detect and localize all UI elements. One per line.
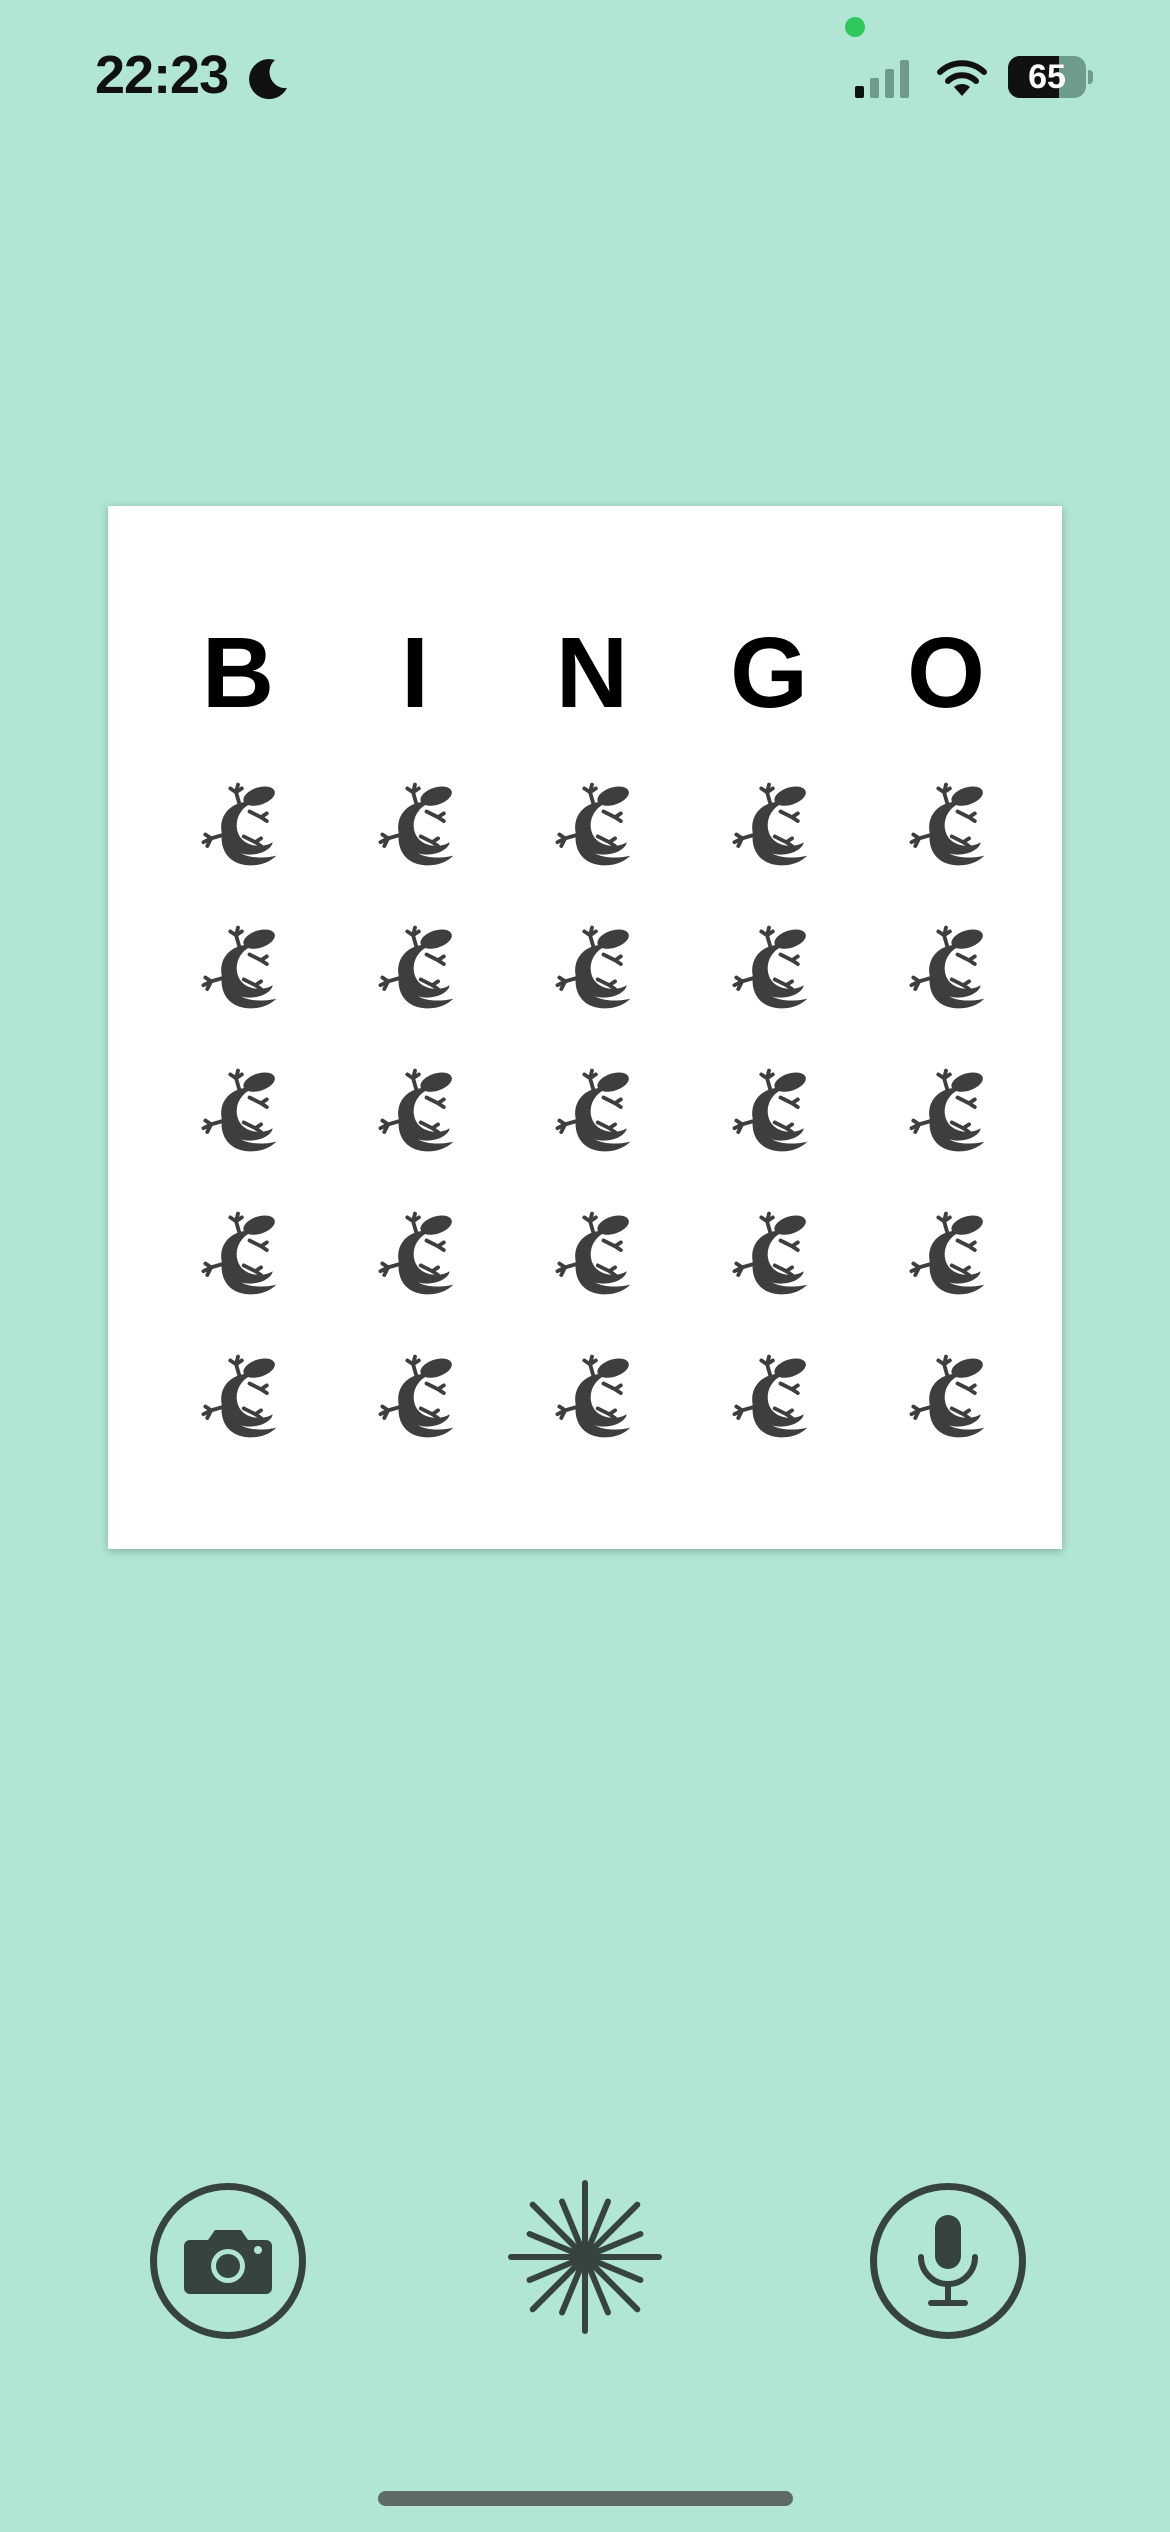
bingo-header: B I N G O [108, 616, 1062, 746]
home-indicator[interactable] [378, 2491, 793, 2506]
bingo-cell[interactable] [881, 1330, 1011, 1460]
bingo-grid [173, 758, 1058, 1478]
gecko-icon [909, 925, 985, 1009]
microphone-icon [918, 2215, 978, 2306]
bingo-cell[interactable] [527, 1330, 657, 1460]
bingo-cell[interactable] [527, 758, 657, 888]
bingo-cell[interactable] [704, 1330, 834, 1460]
status-bar: 22:23 65 [0, 0, 1170, 150]
bingo-letter-b: B [201, 617, 275, 729]
gecko-icon [732, 1068, 808, 1152]
gecko-icon [378, 1354, 454, 1438]
gecko-icon [378, 782, 454, 866]
bingo-cell[interactable] [173, 1187, 303, 1317]
bingo-cell[interactable] [881, 1044, 1011, 1174]
bingo-cell[interactable] [704, 1187, 834, 1317]
gecko-icon [732, 925, 808, 1009]
bingo-cell[interactable] [881, 1187, 1011, 1317]
bingo-cell[interactable] [350, 1330, 480, 1460]
gecko-icon [909, 1354, 985, 1438]
gecko-icon [732, 782, 808, 866]
gecko-icon [201, 1068, 277, 1152]
bingo-cell[interactable] [173, 1330, 303, 1460]
bingo-cell[interactable] [350, 758, 480, 888]
gecko-icon [732, 1354, 808, 1438]
gecko-icon [201, 925, 277, 1009]
generate-button[interactable] [508, 2180, 662, 2334]
gecko-icon [909, 1068, 985, 1152]
bingo-letter-i: I [401, 617, 429, 729]
bingo-letter-o: O [907, 617, 985, 729]
gecko-icon [555, 925, 631, 1009]
gecko-icon [378, 925, 454, 1009]
bingo-cell[interactable] [704, 1044, 834, 1174]
gecko-icon [909, 782, 985, 866]
bingo-cell[interactable] [704, 901, 834, 1031]
battery-indicator: 65 [1008, 56, 1086, 98]
bingo-cell[interactable] [881, 901, 1011, 1031]
gecko-icon [555, 1211, 631, 1295]
wifi-icon [937, 60, 987, 96]
bingo-cell[interactable] [350, 901, 480, 1031]
sparkle-burst-icon [508, 2180, 662, 2334]
gecko-icon [201, 782, 277, 866]
gecko-icon [732, 1211, 808, 1295]
bingo-cell[interactable] [527, 1187, 657, 1317]
gecko-icon [555, 1354, 631, 1438]
gecko-icon [555, 782, 631, 866]
gecko-icon [378, 1211, 454, 1295]
bingo-cell[interactable] [527, 901, 657, 1031]
bingo-cell[interactable] [173, 901, 303, 1031]
cellular-signal-icon [855, 60, 909, 98]
camera-button[interactable] [150, 2183, 306, 2339]
bingo-cell[interactable] [350, 1044, 480, 1174]
gecko-icon [201, 1354, 277, 1438]
bingo-cell[interactable] [881, 758, 1011, 888]
moon-icon [249, 59, 287, 100]
camera-in-use-indicator [845, 17, 865, 37]
bingo-letter-g: G [730, 617, 808, 729]
gecko-icon [555, 1068, 631, 1152]
bingo-cell[interactable] [173, 1044, 303, 1174]
bingo-cell[interactable] [704, 758, 834, 888]
bingo-cell[interactable] [527, 1044, 657, 1174]
camera-icon [184, 2230, 272, 2294]
status-time: 22:23 [95, 45, 229, 105]
bingo-letter-n: N [555, 617, 629, 729]
gecko-icon [201, 1211, 277, 1295]
bingo-cell[interactable] [350, 1187, 480, 1317]
bingo-cell[interactable] [173, 758, 303, 888]
battery-tip [1088, 70, 1093, 84]
gecko-icon [378, 1068, 454, 1152]
bingo-card: B I N G O [108, 506, 1062, 1549]
battery-level: 65 [1028, 58, 1066, 96]
microphone-button[interactable] [870, 2183, 1026, 2339]
gecko-icon [909, 1211, 985, 1295]
